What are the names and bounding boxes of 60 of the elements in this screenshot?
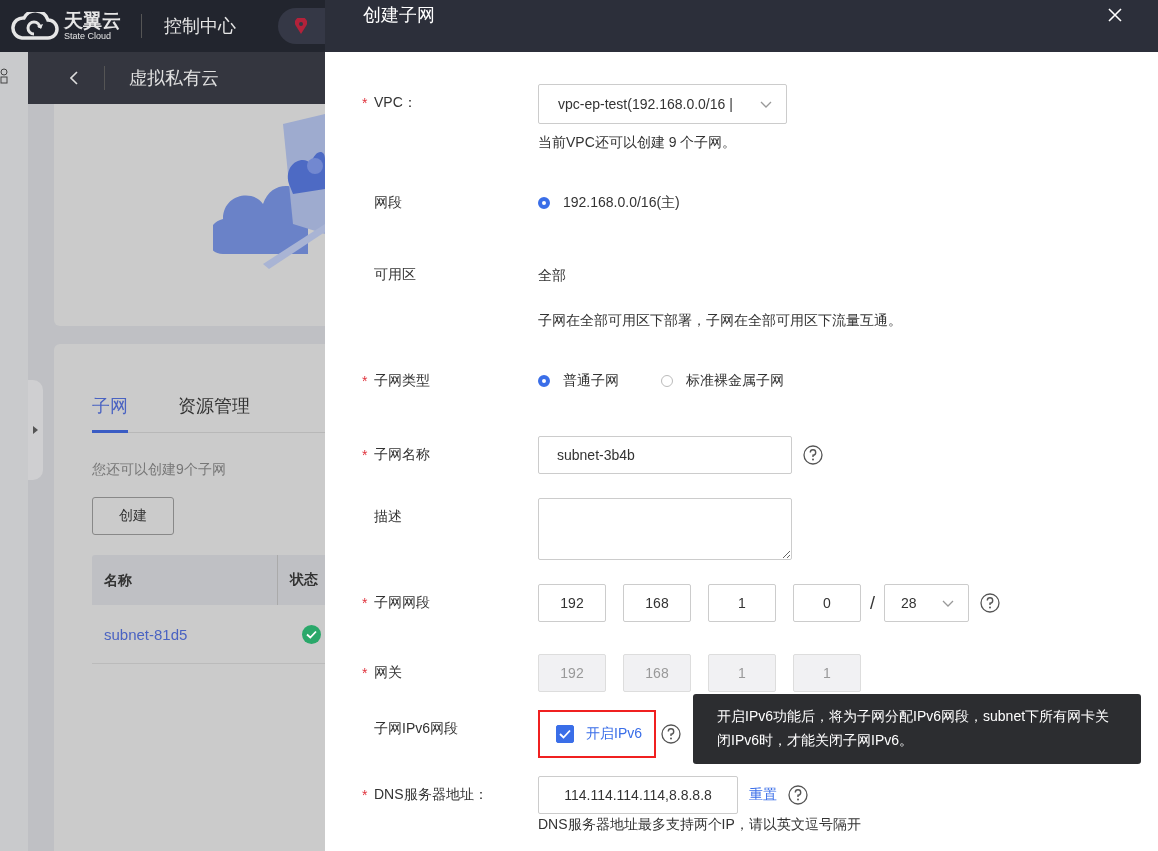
ip-octet-input[interactable]: 1 bbox=[708, 584, 776, 622]
column-header: 状态 bbox=[288, 571, 318, 589]
reset-link[interactable]: 重置 bbox=[749, 786, 777, 804]
field-label: 描述 bbox=[374, 508, 402, 526]
required-mark: * bbox=[362, 595, 368, 611]
required-mark: * bbox=[362, 373, 368, 389]
check-circle-icon bbox=[302, 624, 321, 644]
vpc-dropdown[interactable]: vpc-ep-test(192.168.0.0/16 | bbox=[538, 84, 787, 124]
check-icon bbox=[559, 729, 571, 739]
chevron-down-icon bbox=[760, 100, 772, 108]
mask-dropdown[interactable]: 28 bbox=[884, 584, 969, 622]
hint-text: 当前VPC还可以创建 9 个子网。 bbox=[538, 134, 738, 152]
name-input[interactable]: subnet-3b4b bbox=[538, 436, 792, 474]
field-value: 全部 bbox=[538, 266, 567, 285]
field-label: 子网类型 bbox=[374, 372, 430, 390]
tab[interactable]: 资源管理 bbox=[178, 394, 250, 430]
hint-text: DNS服务器地址最多支持两个IP，请以英文逗号隔开 bbox=[538, 816, 861, 834]
help-icon[interactable] bbox=[661, 724, 681, 744]
field-label: VPC： bbox=[374, 94, 417, 112]
location-pin-icon bbox=[295, 18, 307, 34]
field-label: 子网网段 bbox=[374, 594, 430, 612]
radio-option[interactable]: 标准裸金属子网 bbox=[661, 372, 784, 390]
help-icon[interactable] bbox=[803, 445, 823, 465]
back-icon[interactable] bbox=[70, 71, 78, 85]
field-label: 网段 bbox=[374, 194, 402, 212]
dns-input[interactable]: 114.114.114.114,8.8.8.8 bbox=[538, 776, 738, 814]
ip-octet-input[interactable]: 0 bbox=[793, 584, 861, 622]
sidebar-toggle[interactable] bbox=[28, 380, 43, 480]
field-label: 子网IPv6网段 bbox=[374, 720, 458, 738]
column-header: 名称 bbox=[92, 555, 278, 605]
brand-subtitle: State Cloud bbox=[64, 32, 113, 41]
required-mark: * bbox=[362, 665, 368, 681]
create-button[interactable]: 创建 bbox=[92, 497, 174, 535]
radio-option[interactable]: 192.168.0.0/16(主) bbox=[538, 194, 680, 212]
field-label: 子网名称 bbox=[374, 446, 430, 464]
hint-text: 子网在全部可用区下部署，子网在全部可用区下流量互通。 bbox=[538, 312, 902, 330]
separator: / bbox=[870, 592, 875, 614]
tooltip: 开启IPv6功能后，将为子网分配IPv6网段，subnet下所有网卡关闭IPv6时，才能关闭子网IPv6。 bbox=[693, 694, 1141, 764]
help-icon[interactable] bbox=[788, 785, 808, 805]
field-label: DNS服务器地址： bbox=[374, 786, 488, 804]
ip-octet-input[interactable]: 192 bbox=[538, 584, 606, 622]
chevron-down-icon bbox=[942, 599, 954, 607]
radio-option[interactable]: 普通子网 bbox=[538, 372, 619, 390]
required-mark: * bbox=[362, 787, 368, 803]
required-mark: * bbox=[362, 447, 368, 463]
close-icon[interactable] bbox=[1108, 8, 1122, 22]
field-label: 可用区 bbox=[374, 266, 416, 284]
drawer-title: 创建子网 bbox=[363, 4, 435, 27]
required-mark: * bbox=[362, 95, 368, 111]
field-label: 网关 bbox=[374, 664, 402, 682]
console-link[interactable]: 控制中心 bbox=[164, 14, 236, 38]
quota-note: 您还可以创建9个子网 bbox=[92, 461, 227, 479]
cloud-logo-icon bbox=[8, 12, 60, 40]
caret-icon bbox=[33, 426, 38, 434]
ipv6-checkbox[interactable]: 开启IPv6 bbox=[556, 716, 642, 752]
page-title: 虚拟私有云 bbox=[129, 67, 219, 90]
help-icon[interactable] bbox=[980, 593, 1000, 613]
brand-name: 天翼云 bbox=[64, 11, 121, 30]
grid-icon[interactable] bbox=[0, 68, 8, 84]
ip-octet-input[interactable]: 168 bbox=[623, 584, 691, 622]
